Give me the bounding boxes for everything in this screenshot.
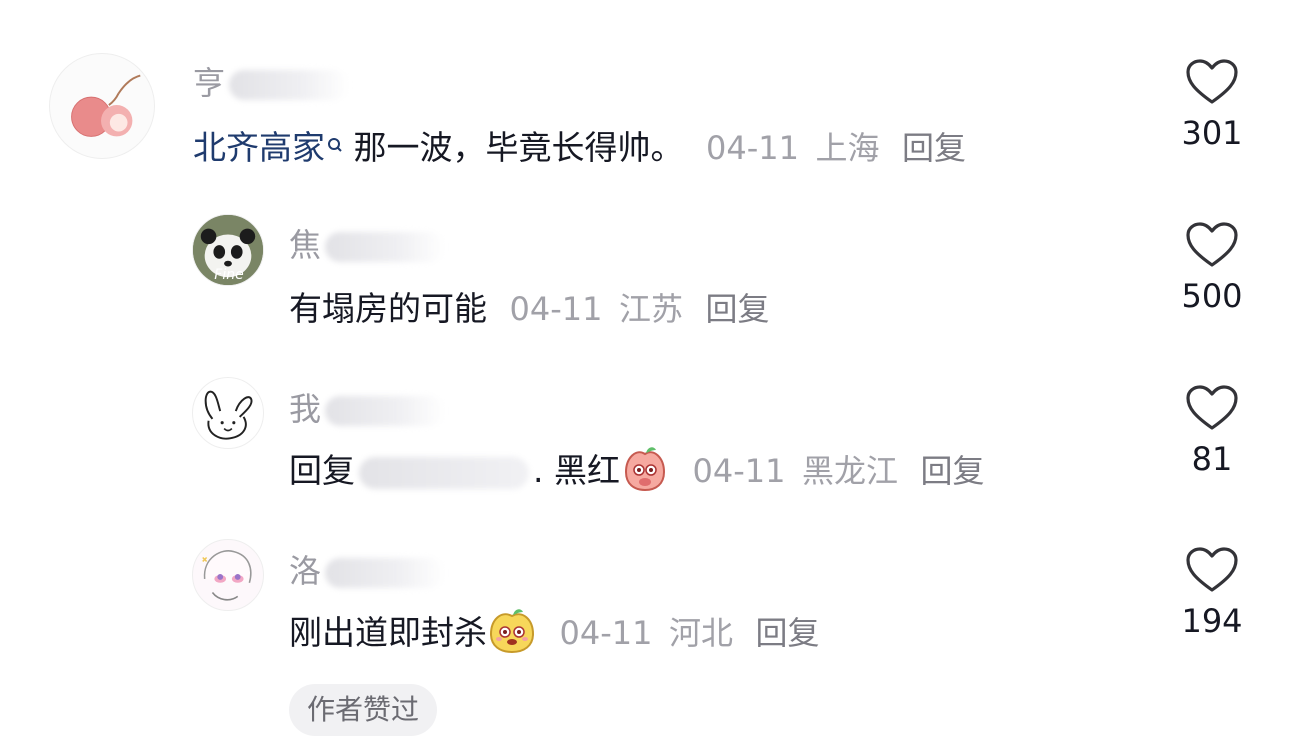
comment-body: 回复 . 黑红 04-11 黑龙江 回复 (289, 446, 985, 494)
like-count: 81 (1191, 440, 1233, 478)
redacted-name (325, 396, 446, 426)
heart-icon (1186, 385, 1238, 430)
reply-button[interactable]: 回复 (706, 290, 770, 328)
comment-body: 刚出道即封杀 04-11 河北 回复 (289, 608, 820, 656)
avatar[interactable]: Fine (192, 214, 264, 286)
redacted-name (325, 232, 446, 262)
comment-date: 04-11 (559, 614, 653, 652)
anime-girl-icon (202, 550, 252, 601)
comment-author-name[interactable]: 我 (289, 384, 446, 430)
comment-location: 江苏 (618, 290, 683, 328)
rabbit-icon (204, 390, 253, 440)
like-count: 301 (1181, 114, 1243, 152)
heart-icon (1186, 59, 1238, 104)
comment-text: 有塌房的可能 (289, 289, 487, 328)
like-count: 194 (1181, 602, 1243, 640)
comment-body: 有塌房的可能 04-11 江苏 回复 (289, 289, 770, 329)
comment-location: 黑龙江 (801, 452, 898, 490)
avatar[interactable] (192, 377, 264, 449)
comment-date: 04-11 (509, 290, 603, 328)
heart-icon (1186, 547, 1238, 592)
like-button[interactable]: 301 (1170, 58, 1254, 152)
like-button[interactable]: 81 (1170, 384, 1254, 478)
avatar-caption: Fine (214, 267, 244, 283)
comment-date: 04-11 (692, 452, 786, 490)
peach-blush-emoji (620, 444, 670, 494)
comment-body: 北齐高家 那一波，毕竟长得帅。 04-11 上海 回复 (193, 128, 966, 168)
comment-location: 河北 (668, 614, 733, 652)
redacted-name (325, 558, 446, 588)
author-liked-badge: 作者赞过 (289, 684, 438, 736)
heart-icon (1186, 222, 1238, 267)
redacted-mention (359, 456, 529, 489)
comment-date: 04-11 (706, 129, 799, 167)
reply-button[interactable]: 回复 (920, 452, 984, 490)
comment-author-name[interactable]: 洛 (289, 546, 446, 592)
comment-author-name[interactable]: 亨 (193, 58, 350, 104)
like-button[interactable]: 194 (1170, 546, 1254, 640)
avatar[interactable] (192, 539, 264, 611)
comment-text: . 黑红 (533, 451, 620, 490)
reply-button[interactable]: 回复 (756, 614, 820, 652)
search-link[interactable]: 北齐高家 (193, 128, 325, 167)
like-count: 500 (1181, 277, 1243, 315)
avatar[interactable] (49, 53, 155, 159)
like-button[interactable]: 500 (1170, 221, 1254, 315)
comment-location: 上海 (815, 129, 880, 167)
redacted-name (229, 70, 350, 100)
search-icon (327, 126, 343, 166)
comment-text: 刚出道即封杀 (289, 613, 487, 652)
reply-prefix: 回复 (289, 451, 355, 490)
comment-text: 那一波，毕竟长得帅。 (353, 128, 684, 167)
yellow-peach-emoji (487, 606, 537, 656)
lychee-icon (71, 74, 141, 137)
comment-author-name[interactable]: 焦 (289, 220, 446, 266)
reply-button[interactable]: 回复 (902, 129, 966, 167)
